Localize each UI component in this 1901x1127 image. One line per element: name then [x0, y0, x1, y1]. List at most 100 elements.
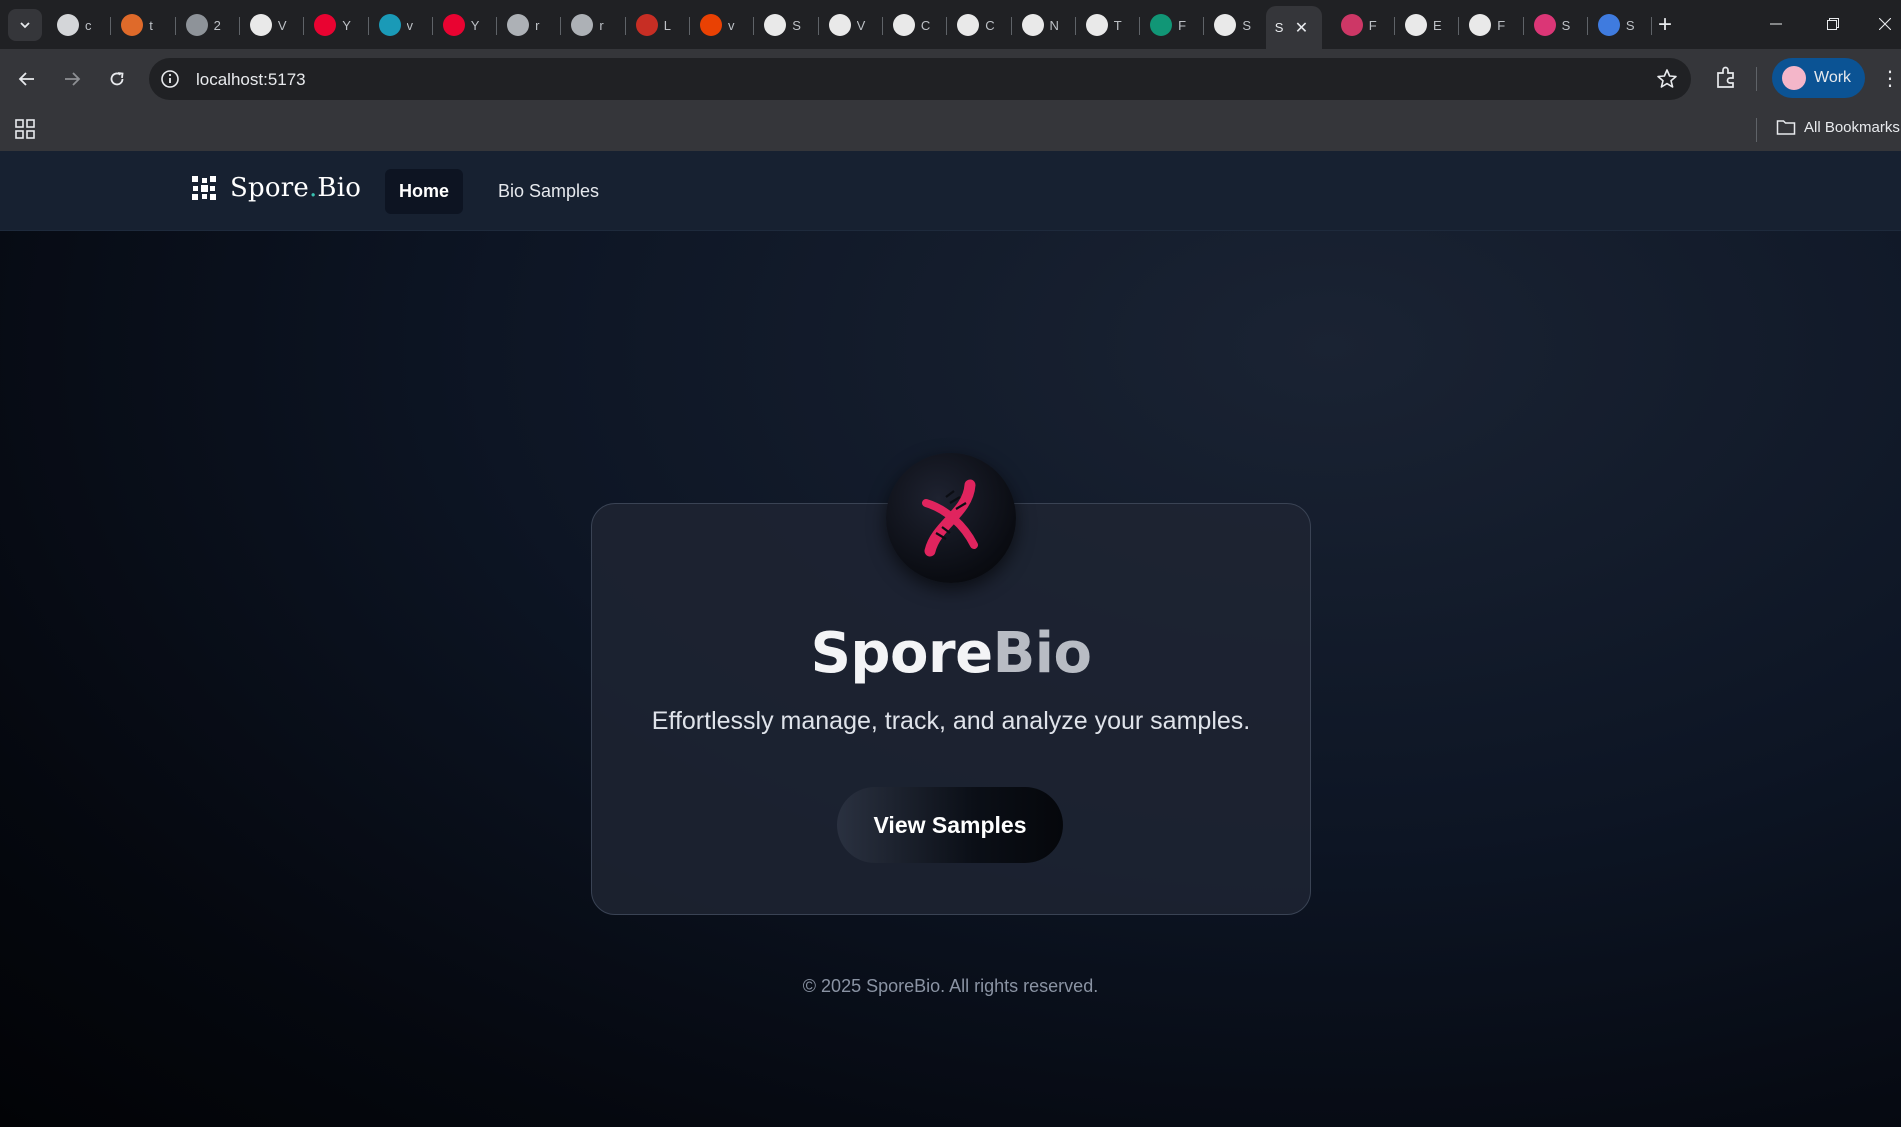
tab-strip: c t 2 V Yv Yr r Lv S V C C N T F S S ✕ F E F S S + — [0, 0, 1901, 49]
tab-title: 2 — [213, 17, 221, 33]
forward-button[interactable] — [55, 62, 89, 96]
extensions-icon[interactable] — [1711, 63, 1741, 93]
browser-tab[interactable]: S — [1589, 9, 1649, 41]
pen-icon — [1533, 14, 1556, 36]
browser-tab[interactable]: S — [755, 9, 815, 41]
browser-tab[interactable]: Y — [305, 9, 365, 41]
tab-title: T — [1113, 17, 1122, 33]
page-viewport: Spore.Bio Home Bio Samples SporeBio Effo… — [0, 151, 1901, 1127]
hero-tagline: Effortlessly manage, track, and analyze … — [651, 707, 1251, 735]
close-tab-icon[interactable]: ✕ — [1295, 18, 1308, 38]
browser-tab[interactable]: Y — [434, 9, 494, 41]
tab-title: S — [1274, 20, 1284, 35]
tab-search-button[interactable] — [8, 9, 42, 41]
tab-separator — [753, 17, 755, 35]
rocket-icon — [1021, 14, 1044, 36]
tab-separator — [817, 17, 819, 35]
bookmarks-bar: All Bookmarks — [0, 108, 1901, 151]
hero-title: SporeBio — [810, 621, 1092, 686]
vtools-icon — [378, 14, 401, 36]
browser-tab[interactable]: C — [884, 9, 944, 41]
all-bookmarks-label: All Bookmarks — [1804, 118, 1900, 136]
browser-tab[interactable]: c — [48, 9, 108, 41]
chart-icon — [185, 14, 208, 36]
feather-icon — [1150, 14, 1173, 36]
url-text[interactable]: localhost:5173 — [196, 70, 306, 90]
browser-tab[interactable]: 2 — [177, 9, 237, 41]
reddit-icon — [700, 14, 722, 36]
new-tab-button[interactable]: + — [1650, 10, 1680, 40]
reload-button[interactable] — [100, 62, 134, 96]
browser-tab[interactable]: V — [820, 9, 880, 41]
openai-icon — [1085, 14, 1108, 36]
tab-separator — [431, 17, 433, 35]
close-window-button[interactable] — [1862, 8, 1901, 40]
browser-tab[interactable]: E — [1396, 9, 1456, 41]
github-icon — [1405, 14, 1427, 36]
tab-separator — [689, 17, 690, 35]
active-browser-tab[interactable]: S ✕ — [1265, 6, 1322, 49]
restore-button[interactable] — [1810, 8, 1856, 40]
tab-separator — [110, 17, 112, 35]
tab-title: N — [1049, 17, 1059, 33]
browser-tab[interactable]: C — [948, 9, 1008, 41]
youtube-icon — [442, 14, 465, 36]
browser-tab[interactable]: v — [691, 9, 751, 41]
tab-title: t — [149, 17, 153, 33]
framer-icon — [892, 14, 915, 36]
tab-title: L — [663, 17, 671, 33]
tab-title: S — [1242, 17, 1252, 33]
browser-toolbar: localhost:5173 Work ⋮ — [0, 49, 1901, 108]
profile-button[interactable]: Work — [1772, 58, 1865, 98]
tab-separator — [496, 17, 498, 35]
browser-tab[interactable]: S — [1205, 9, 1265, 41]
dna-emblem — [886, 453, 1016, 583]
browser-tab[interactable]: r — [498, 9, 558, 41]
tab-title: c — [85, 17, 92, 33]
book-icon — [635, 14, 658, 36]
browser-tab[interactable]: L — [627, 9, 687, 41]
footer-copyright: © 2025 SporeBio. All rights reserved. — [802, 976, 1099, 996]
google-icon — [1597, 14, 1620, 36]
tab-separator — [174, 17, 176, 35]
browser-tab[interactable]: T — [1077, 9, 1137, 41]
minimize-button[interactable] — [1753, 8, 1799, 40]
tab-title: F — [1497, 17, 1506, 33]
bookmark-star-icon[interactable] — [1655, 67, 1679, 91]
tab-separator — [1394, 17, 1395, 35]
browser-tab[interactable]: v — [370, 9, 430, 41]
browser-tab[interactable]: F — [1332, 9, 1392, 41]
view-samples-button[interactable]: View Samples — [837, 787, 1063, 863]
tab-title: E — [1433, 17, 1442, 33]
back-button[interactable] — [10, 62, 44, 96]
tab-separator — [238, 17, 240, 35]
site-info-icon[interactable] — [159, 68, 181, 90]
menu-kebab-icon[interactable]: ⋮ — [1880, 63, 1900, 93]
react-icon — [1340, 14, 1363, 36]
all-bookmarks-button[interactable]: All Bookmarks — [1776, 118, 1900, 136]
dna-icon — [922, 479, 978, 557]
apps-grid-icon[interactable] — [13, 117, 37, 141]
restore-icon — [1827, 18, 1839, 30]
tab-separator — [367, 17, 369, 35]
browser-tab[interactable]: F — [1141, 9, 1201, 41]
youtube-icon — [314, 14, 337, 36]
brand-logo-link[interactable]: Spore.Bio — [190, 173, 361, 203]
browser-tab[interactable]: F — [1460, 9, 1520, 41]
nav-home-link[interactable]: Home — [385, 169, 463, 214]
browser-tab[interactable]: V — [241, 9, 301, 41]
address-bar[interactable]: localhost:5173 — [149, 58, 1691, 100]
nav-bio-samples-link[interactable]: Bio Samples — [484, 169, 613, 214]
webflow-icon — [249, 14, 272, 36]
site-navbar: Spore.Bio Home Bio Samples — [0, 151, 1901, 231]
tab-title: F — [1368, 17, 1377, 33]
browser-tab[interactable]: S — [1525, 9, 1585, 41]
tab-separator — [1522, 17, 1524, 35]
tab-separator — [1139, 17, 1141, 35]
browser-tab[interactable]: t — [112, 9, 172, 41]
browser-tab[interactable]: N — [1013, 9, 1073, 41]
grafana-icon — [121, 14, 144, 36]
tab-separator — [1458, 17, 1460, 35]
framer-icon — [828, 14, 851, 36]
browser-tab[interactable]: r — [562, 9, 622, 41]
